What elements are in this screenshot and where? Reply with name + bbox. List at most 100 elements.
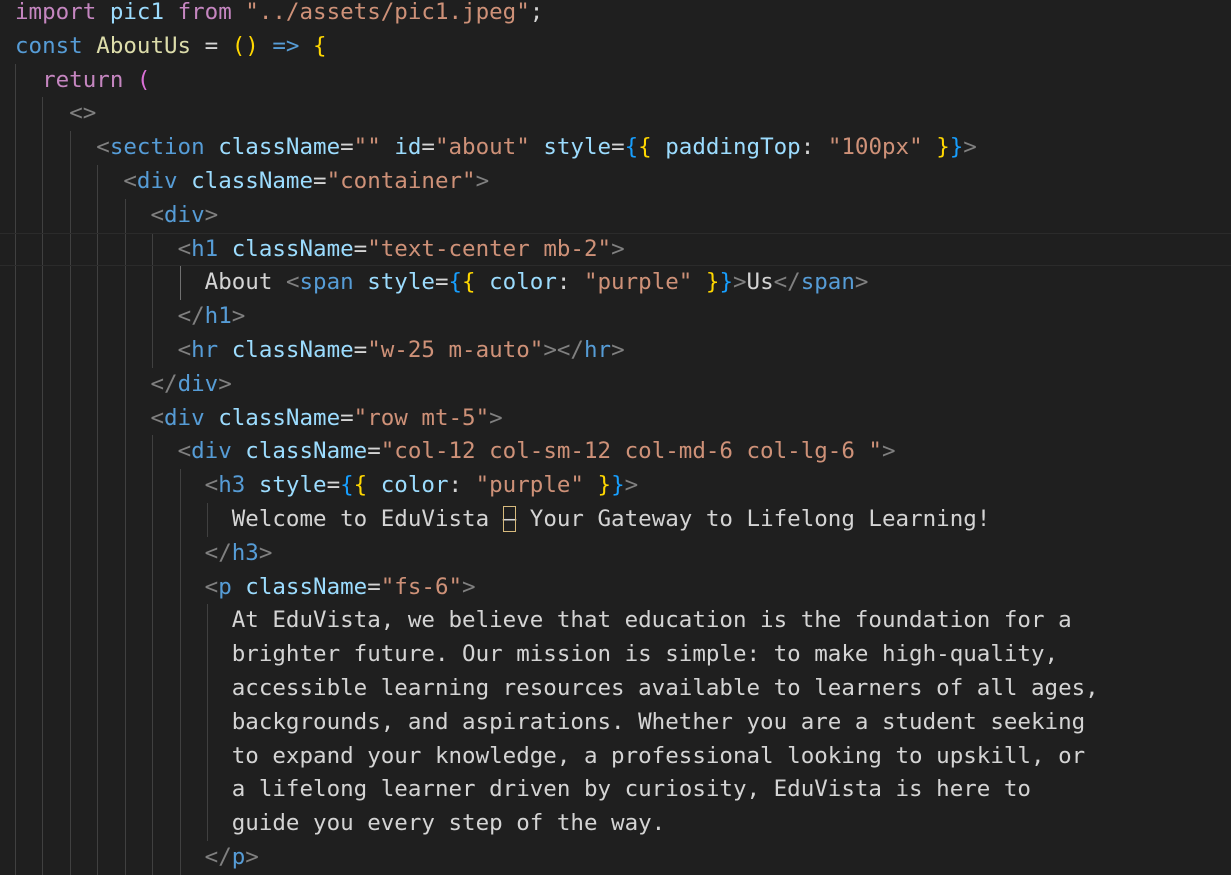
code-token: h1 [204,303,232,330]
code-text: </p> [15,841,259,875]
code-token: from [177,0,232,25]
code-token: h3 [231,539,259,566]
code-token: "" [353,134,381,161]
code-token: { [448,269,463,296]
code-text: </div> [15,368,231,402]
code-token: "container" [326,168,476,194]
code-line[interactable]: return ( [0,63,1231,98]
code-line[interactable]: <> [0,97,1231,132]
code-text: </h3> [15,537,273,571]
code-line[interactable]: <div className="col-12 col-sm-12 col-md-… [0,435,1231,470]
code-text: backgrounds, and aspirations. Whether yo… [15,706,1085,740]
code-token: div [191,438,232,465]
code-token: = [611,134,625,161]
code-line[interactable]: to expand your knowledge, a professional… [0,739,1231,774]
code-token: = [326,472,341,499]
code-token: > [611,235,625,262]
code-line[interactable]: </h1> [0,300,1231,334]
code-token: > [245,844,259,870]
code-line[interactable]: <hr className="w-25 m-auto"></hr> [0,334,1231,368]
code-line[interactable]: <h3 style={{ color: "purple" }}> [0,469,1231,503]
code-line[interactable]: a lifelong learner driven by curiosity, … [0,773,1231,808]
code-line[interactable]: <h1 className="text-center mb-2"> [0,232,1231,267]
code-token: div [164,201,205,228]
code-token: = [340,404,354,431]
code-token: = [191,32,232,59]
code-token: to expand your knowledge, a professional… [231,742,1086,769]
code-token: { [624,134,639,161]
code-line[interactable]: At EduVista, we believe that education i… [0,604,1231,639]
code-token: pic1 [109,0,165,25]
code-token: brighter future. Our mission is simple: … [231,641,1059,668]
code-line[interactable]: Welcome to EduVista – Your Gateway to Li… [0,503,1231,537]
code-token: "purple" [583,269,693,296]
code-token: backgrounds, and aspirations. Whether yo… [231,708,1086,735]
code-line[interactable]: <div className="row mt-5"> [0,401,1231,436]
code-token: = [340,134,354,161]
code-line[interactable]: About <span style={{ color: "purple" }}>… [0,266,1231,301]
code-line[interactable]: guide you every step of the way. [0,807,1231,841]
code-token: { [340,472,354,499]
code-token: ; [529,0,544,25]
code-token: className [245,573,368,600]
code-token: } [705,269,720,296]
code-token: : [800,134,828,161]
code-line[interactable]: const AboutUs = () => { [0,30,1231,64]
code-line[interactable]: </h3> [0,536,1231,571]
code-token: ( [136,66,151,93]
code-token: => [272,32,300,59]
code-token: = [367,438,381,465]
code-editor[interactable]: import pic1 from "../assets/pic1.jpeg"; c… [0,0,1231,875]
code-token: > [732,269,747,296]
code-token: < [204,472,219,499]
code-token: "w-25 m-auto" [367,337,544,363]
code-line[interactable]: <div> [0,198,1231,233]
code-line[interactable]: accessible learning resources available … [0,672,1231,706]
code-token: < [177,235,192,262]
code-line[interactable]: brighter future. Our mission is simple: … [0,638,1231,672]
code-line[interactable]: backgrounds, and aspirations. Whether yo… [0,705,1231,740]
code-line[interactable]: <section className="" id="about" style={… [0,131,1231,165]
code-token: </ [150,370,178,397]
code-token: > [475,168,490,194]
code-text: </h1> [15,300,246,334]
code-token: "about" [434,134,530,161]
code-token: p [218,573,232,600]
code-token: } [597,472,612,499]
code-text: const AboutUs = () => { [15,30,327,64]
code-line[interactable]: <div className="container"> [0,165,1231,199]
code-text: <div className="container"> [15,165,489,199]
code-text: brighter future. Our mission is simple: … [15,638,1058,672]
code-text: About <span style={{ color: "purple" }}>… [15,266,869,300]
code-line[interactable]: <p className="fs-6"> [0,570,1231,605]
code-line[interactable]: </div> [0,367,1231,402]
code-token: < [177,337,192,363]
code-line[interactable]: </p> [0,841,1231,875]
code-token: span [800,269,855,296]
code-line[interactable]: import pic1 from "../assets/pic1.jpeg"; [0,0,1231,30]
code-token: < [177,438,192,465]
code-token: > [854,269,869,296]
code-token: { [638,134,652,161]
code-token: < [150,201,165,228]
code-token: style [543,134,612,161]
code-text: At EduVista, we believe that education i… [15,604,1072,638]
